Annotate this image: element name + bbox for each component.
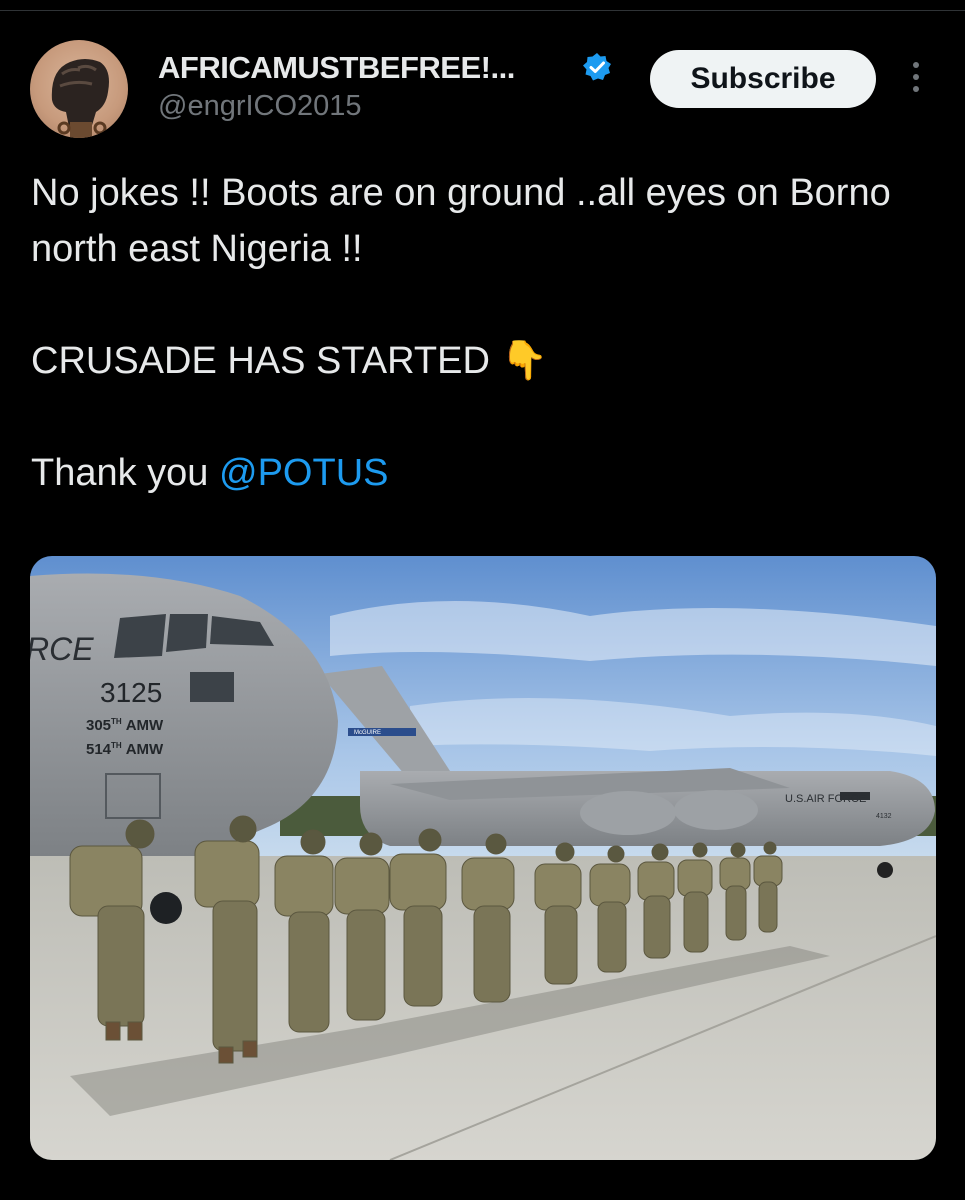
rear-tail-text: McGUIRE	[354, 730, 381, 736]
verified-badge-icon	[583, 53, 611, 81]
tail-number: 3125	[100, 677, 162, 708]
tweet-line-3-prefix: Thank you	[31, 452, 209, 494]
wing-label-2: 514TH AMW	[86, 741, 164, 758]
display-name[interactable]: AFRICAMUSTBEFREE!...	[158, 50, 515, 86]
tweet-line-2: CRUSADE HAS STARTED 👇	[31, 333, 941, 389]
tweet-text: No jokes !! Boots are on ground ..all ey…	[31, 165, 941, 501]
pointing-down-emoji-icon: 👇	[500, 340, 548, 382]
potus-mention-link[interactable]: @POTUS	[219, 452, 388, 494]
tweet-line-3: Thank you @POTUS	[31, 445, 941, 501]
tweet-line-2-text: CRUSADE HAS STARTED	[31, 340, 490, 382]
tweet-line-1: No jokes !! Boots are on ground ..all ey…	[31, 172, 891, 270]
raised-fist-icon	[51, 59, 109, 138]
user-handle[interactable]: @engrICO2015	[158, 90, 362, 123]
more-options-icon[interactable]	[906, 62, 926, 98]
top-divider	[0, 0, 965, 11]
rear-plane-text: U.S.AIR FORCE	[785, 793, 866, 805]
subscribe-button[interactable]: Subscribe	[650, 50, 876, 108]
tweet-media-image[interactable]: McGUIRE U.S.AIR FORCE 4132 RCE 3125 305T…	[30, 556, 936, 1160]
wing-label-1: 305TH AMW	[86, 717, 164, 734]
rear-plane-number: 4132	[876, 813, 892, 820]
front-plane-text: RCE	[30, 631, 94, 667]
profile-avatar[interactable]	[30, 40, 128, 138]
